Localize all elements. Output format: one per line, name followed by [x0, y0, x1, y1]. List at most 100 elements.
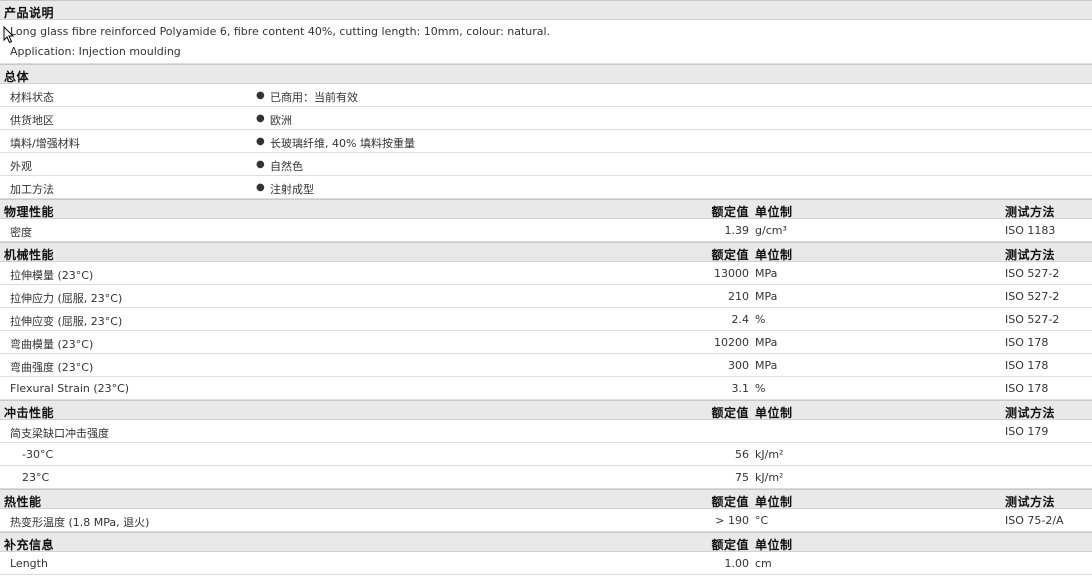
- column-nominal: 额定值: [711, 538, 749, 552]
- table-row: Flexural Strain (23°C) 3.1% ISO 178: [0, 377, 1092, 400]
- nominal-value: 10200: [714, 336, 749, 349]
- table-row: 热变形温度 (1.8 MPa, 退火) > 190 °C ISO 75-2/A: [0, 509, 1092, 532]
- column-unit: 单位制: [755, 495, 793, 509]
- bullet-icon: ●: [256, 159, 265, 170]
- unit-value: MPa: [755, 336, 778, 349]
- unit-value: kJ/m²: [755, 471, 784, 484]
- property-label: 填料/增强材料: [10, 137, 80, 150]
- test-method: ISO 75-2/A: [1005, 514, 1064, 527]
- table-row: 材料状态 ● 已商用：当前有效: [0, 84, 1092, 107]
- property-label: 供货地区: [10, 114, 54, 127]
- nominal-value: 1.39: [724, 224, 750, 237]
- mouse-pointer-icon: [3, 26, 15, 44]
- test-method: ISO 1183: [1005, 224, 1056, 237]
- table-row: 拉伸模量 (23°C) 13000 MPa ISO 527-2: [0, 262, 1092, 285]
- column-unit: 单位制: [755, 406, 793, 420]
- section-header-thermal: 热性能 额定值 单位制 测试方法: [0, 489, 1092, 509]
- description-block: Long glass fibre reinforced Polyamide 6,…: [0, 20, 1092, 64]
- table-row: Length 1.00 cm: [0, 552, 1092, 575]
- column-nominal: 额定值: [711, 205, 749, 219]
- nominal-value: 13000: [714, 267, 749, 280]
- column-method: 测试方法: [1005, 205, 1056, 219]
- section-title: 物理性能: [4, 205, 55, 219]
- table-row: 拉伸应力 (屈服, 23°C) 210 MPa ISO 527-2: [0, 285, 1092, 308]
- datasheet: 产品说明 Long glass fibre reinforced Polyami…: [0, 0, 1092, 575]
- nominal-value: 75: [735, 471, 749, 484]
- property-label: 简支梁缺口冲击强度: [10, 427, 109, 440]
- section-header-supplementary: 补充信息 额定值 单位制: [0, 532, 1092, 552]
- column-nominal: 额定值: [711, 248, 749, 262]
- property-label: Length: [10, 557, 48, 570]
- bullet-icon: ●: [256, 113, 265, 124]
- property-label: 弯曲强度 (23°C): [10, 361, 94, 374]
- unit-value: kJ/m²: [755, 448, 784, 461]
- property-label: Flexural Strain (23°C): [10, 382, 130, 395]
- nominal-value: 3.1: [731, 382, 750, 395]
- table-row: -30°C 56 kJ/m²: [0, 443, 1092, 466]
- unit-value: °C: [755, 514, 769, 527]
- unit-value: g/cm³: [755, 224, 787, 237]
- column-method: 测试方法: [1005, 406, 1056, 420]
- nominal-value: 56: [735, 448, 749, 461]
- property-label: 密度: [10, 226, 32, 239]
- property-label: -30°C: [22, 448, 54, 461]
- column-nominal: 额定值: [711, 406, 749, 420]
- test-method: ISO 178: [1005, 382, 1049, 395]
- property-label: 拉伸模量 (23°C): [10, 269, 94, 282]
- table-row: 外观 ● 自然色: [0, 153, 1092, 176]
- property-value: 注射成型: [270, 183, 314, 196]
- table-row: 弯曲强度 (23°C) 300 MPa ISO 178: [0, 354, 1092, 377]
- unit-value: cm: [755, 557, 772, 570]
- column-unit: 单位制: [755, 538, 793, 552]
- nominal-value: 210: [728, 290, 749, 303]
- table-row: 加工方法 ● 注射成型: [0, 176, 1092, 199]
- test-method: ISO 527-2: [1005, 290, 1060, 303]
- property-label: 加工方法: [10, 183, 54, 196]
- table-row: 填料/增强材料 ● 长玻璃纤维, 40% 填料按重量: [0, 130, 1092, 153]
- section-title: 冲击性能: [4, 406, 55, 420]
- table-row: 拉伸应变 (屈服, 23°C) 2.4% ISO 527-2: [0, 308, 1092, 331]
- test-method: ISO 179: [1005, 425, 1049, 438]
- section-header-mechanical: 机械性能 额定值 单位制 测试方法: [0, 242, 1092, 262]
- section-header-description: 产品说明: [0, 0, 1092, 20]
- nominal-value: 2.4: [731, 313, 750, 326]
- section-header-general: 总体: [0, 64, 1092, 84]
- table-row: 弯曲模量 (23°C) 10200 MPa ISO 178: [0, 331, 1092, 354]
- unit-value: %: [755, 313, 766, 326]
- unit-value: MPa: [755, 359, 778, 372]
- table-row: 密度 1.39 g/cm³ ISO 1183: [0, 219, 1092, 242]
- property-label: 拉伸应变 (屈服, 23°C): [10, 315, 123, 328]
- property-value: 长玻璃纤维, 40% 填料按重量: [270, 137, 415, 150]
- column-method: 测试方法: [1005, 495, 1056, 509]
- section-header-physical: 物理性能 额定值 单位制 测试方法: [0, 199, 1092, 219]
- property-label: 外观: [10, 160, 32, 173]
- bullet-icon: ●: [256, 182, 265, 193]
- property-label: 23°C: [22, 471, 50, 484]
- bullet-icon: ●: [256, 136, 265, 147]
- column-unit: 单位制: [755, 205, 793, 219]
- column-method: 测试方法: [1005, 248, 1056, 262]
- property-label: 材料状态: [10, 91, 54, 104]
- property-label: 热变形温度 (1.8 MPa, 退火): [10, 516, 150, 529]
- test-method: ISO 178: [1005, 336, 1049, 349]
- section-title: 产品说明: [4, 6, 55, 20]
- property-value: 欧洲: [270, 114, 292, 127]
- section-header-impact: 冲击性能 额定值 单位制 测试方法: [0, 400, 1092, 420]
- nominal-value: > 190: [715, 514, 749, 527]
- test-method: ISO 527-2: [1005, 313, 1060, 326]
- application-text: Application: Injection moulding: [10, 45, 181, 58]
- section-title: 补充信息: [4, 538, 55, 552]
- unit-value: MPa: [755, 267, 778, 280]
- property-value: 自然色: [270, 160, 303, 173]
- bullet-icon: ●: [256, 90, 265, 101]
- section-title: 机械性能: [4, 248, 55, 262]
- column-nominal: 额定值: [711, 495, 749, 509]
- property-value: 已商用：当前有效: [270, 91, 358, 104]
- nominal-value: 1.00: [724, 557, 750, 570]
- property-label: 拉伸应力 (屈服, 23°C): [10, 292, 123, 305]
- test-method: ISO 178: [1005, 359, 1049, 372]
- unit-value: MPa: [755, 290, 778, 303]
- table-row: 简支梁缺口冲击强度 ISO 179: [0, 420, 1092, 443]
- nominal-value: 300: [728, 359, 749, 372]
- section-title: 总体: [4, 70, 30, 84]
